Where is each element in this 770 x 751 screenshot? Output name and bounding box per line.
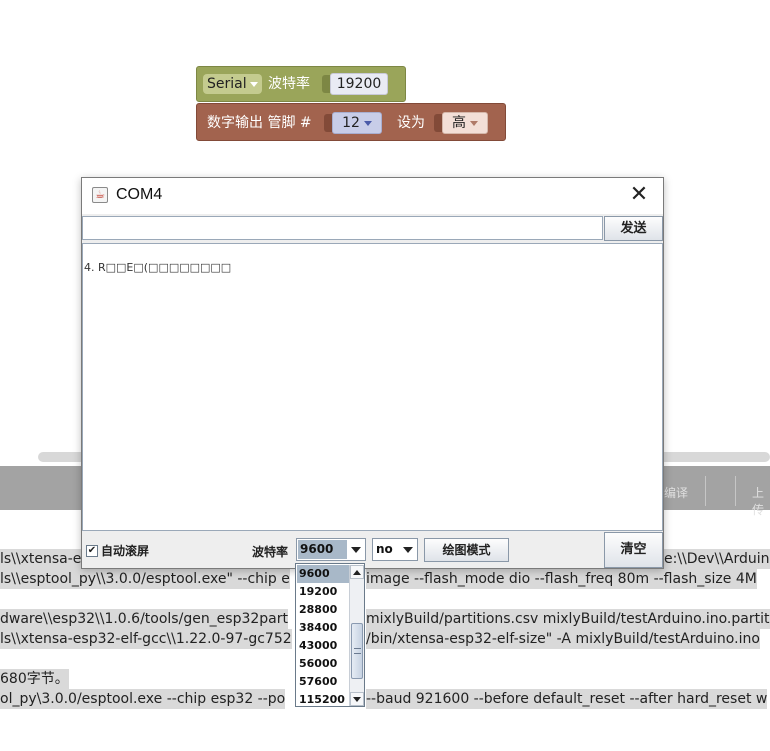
compile-button[interactable]: 编译: [664, 484, 688, 501]
baud-rate-label: 波特率: [252, 545, 289, 559]
parity-select[interactable]: no: [372, 538, 418, 561]
pin-value: 12: [342, 115, 360, 131]
scroll-up-arrow-icon[interactable]: [350, 565, 364, 579]
checkmark-icon: ✔: [86, 544, 98, 557]
clear-button[interactable]: 清空: [604, 532, 663, 568]
grip-icon: [354, 648, 361, 654]
serial-output-area[interactable]: 4. R□□E□(□□□□□□□□: [82, 243, 663, 531]
input-socket: [434, 114, 442, 132]
baud-option[interactable]: 56000: [297, 655, 349, 673]
autoscroll-label: 自动滚屏: [101, 544, 150, 558]
plot-mode-button[interactable]: 绘图模式: [424, 538, 509, 562]
baud-rate-dropdown-list[interactable]: 9600 19200 28800 38400 43000 56000 57600…: [295, 563, 365, 707]
upload-button[interactable]: 上传: [752, 484, 770, 518]
console-line: --baud 921600 --before default_reset --a…: [366, 689, 768, 709]
baud-options: 9600 19200 28800 38400 43000 56000 57600…: [297, 565, 349, 709]
set-to-label: 设为: [397, 115, 425, 131]
pin-dropdown[interactable]: 12: [332, 112, 382, 134]
baud-option[interactable]: 38400: [297, 619, 349, 637]
console-line: image --flash_mode dio --flash_freq 80m …: [366, 569, 757, 589]
serial-baud-number-field[interactable]: 19200: [330, 73, 388, 95]
baud-option[interactable]: 43000: [297, 637, 349, 655]
baud-option[interactable]: 115200: [297, 691, 349, 709]
serial-baud-block[interactable]: Serial 波特率 19200: [196, 66, 406, 102]
console-line: 680字节。: [0, 669, 69, 689]
console-line: ol_py\3.0.0/esptool.exe --chip esp32 --p…: [0, 689, 286, 709]
chevron-down-icon: [470, 120, 478, 126]
console-line: /bin/xtensa-esp32-elf-size" -A mixlyBuil…: [366, 629, 760, 649]
scroll-down-arrow-icon[interactable]: [350, 692, 364, 706]
serial-output-text: 4. R□□E□(□□□□□□□□: [84, 261, 232, 274]
window-titlebar[interactable]: ☕ COM4 ✕: [82, 178, 663, 214]
input-socket: [322, 75, 330, 93]
dropdown-scrollbar[interactable]: [349, 565, 364, 706]
console-line: e:\\Dev\\Arduin: [664, 549, 770, 569]
parity-value: no: [376, 542, 393, 556]
console-line: ls\\xtensa-esp32-elf-gcc\\1.22.0-97-gc75…: [0, 629, 292, 649]
close-icon[interactable]: ✕: [625, 184, 653, 208]
console-line: ls\\esptool_py\\3.0.0/esptool.exe" --chi…: [0, 569, 290, 589]
baud-option[interactable]: 9600: [297, 565, 349, 583]
input-socket: [324, 114, 332, 132]
send-button[interactable]: 发送: [604, 216, 663, 241]
baud-option[interactable]: 28800: [297, 601, 349, 619]
baud-rate-select[interactable]: 9600: [296, 538, 366, 561]
console-line: mixlyBuild/partitions.csv mixlyBuild/tes…: [366, 609, 770, 629]
console-line: dware\\esp32\\1.0.6/tools/gen_esp32part: [0, 609, 289, 629]
send-input[interactable]: [82, 216, 603, 240]
console-line: ls\\xtensa-e: [0, 549, 82, 569]
chevron-down-icon[interactable]: [399, 539, 417, 560]
chevron-down-icon[interactable]: [347, 539, 365, 560]
serial-monitor-window: ☕ COM4 ✕ 发送 4. R□□E□(□□□□□□□□ ✔ 自动滚屏 波特率…: [81, 177, 664, 569]
digital-write-label: 数字输出 管脚 #: [207, 115, 312, 131]
serial-port-dropdown[interactable]: Serial: [203, 74, 262, 94]
autoscroll-checkbox[interactable]: ✔ 自动滚屏: [86, 542, 149, 559]
chevron-down-icon: [363, 120, 372, 126]
level-dropdown[interactable]: 高: [442, 112, 488, 134]
level-value: 高: [452, 115, 466, 131]
toolbar-divider: [705, 476, 706, 506]
baud-option[interactable]: 57600: [297, 673, 349, 691]
digital-write-block[interactable]: 数字输出 管脚 # 12 设为 高: [196, 103, 506, 141]
toolbar-divider: [735, 476, 736, 506]
serial-port-value: Serial: [207, 76, 247, 92]
scrollbar-thumb[interactable]: [351, 623, 363, 679]
baud-rate-value: 9600: [298, 540, 347, 559]
monitor-bottombar: ✔ 自动滚屏 波特率 9600 no 绘图模式 清空: [82, 532, 663, 568]
serial-baud-label: 波特率: [268, 76, 310, 92]
window-title: COM4: [116, 186, 163, 203]
chevron-down-icon: [249, 81, 258, 87]
baud-option[interactable]: 19200: [297, 583, 349, 601]
java-icon: ☕: [92, 187, 108, 203]
